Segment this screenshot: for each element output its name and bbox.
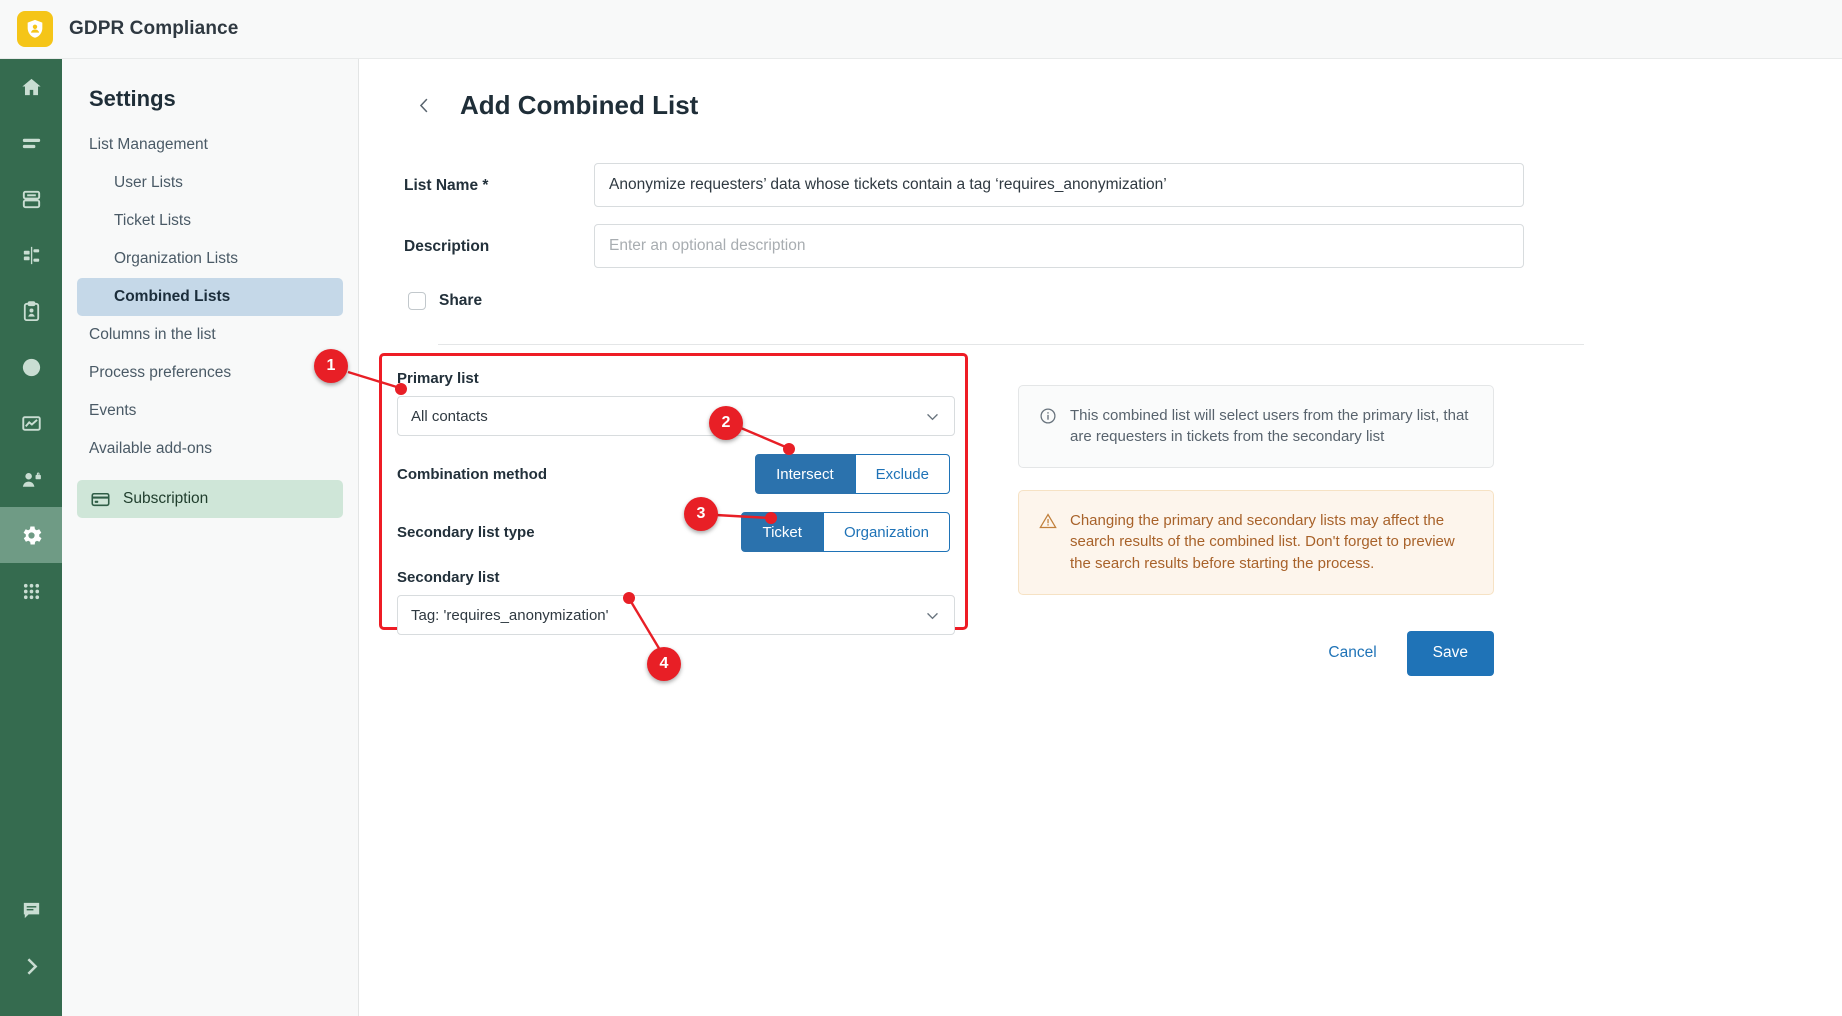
callout-2: 2 xyxy=(709,406,743,440)
callout-1: 1 xyxy=(314,349,348,383)
callout-leader-lines xyxy=(347,370,795,651)
callout-4: 4 xyxy=(647,647,681,681)
callout-3: 3 xyxy=(684,497,718,531)
app-root: GDPR Compliance Settings List Management… xyxy=(0,0,1842,1016)
